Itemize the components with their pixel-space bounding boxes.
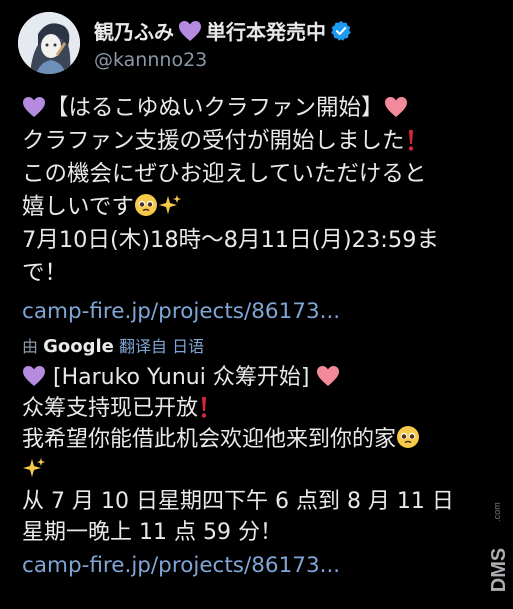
red-exclamation-icon (408, 130, 413, 151)
sparkles-icon (23, 458, 45, 477)
display-name[interactable]: 観乃ふみ (94, 16, 174, 45)
translation-text-line: 众筹支持现已开放 (22, 396, 199, 421)
google-logo: Google (43, 336, 114, 357)
tweet-line-4: 嬉しいです (22, 191, 502, 224)
purple-heart-icon (23, 97, 45, 117)
display-name-suffix: 単行本発売中 (206, 20, 326, 44)
translated-from-label[interactable]: 翻译自 (119, 337, 167, 356)
tweet-line-6: で！ (22, 260, 68, 286)
translation-prefix: 由 (22, 337, 39, 356)
tweet-line-2: クラファン支援の受付が開始しました (22, 125, 502, 158)
tweet-line-5: 7月10日(木)18時〜8月11日(月)23:59ま (22, 227, 439, 253)
watermark-suffix: .com (492, 502, 502, 522)
tweet-body: 【はるこゆぬいクラファン開始】 クラファン支援の受付が開始しました この機会にぜ… (22, 92, 502, 584)
tweet-text-line: クラファン支援の受付が開始しました (22, 128, 405, 154)
tweet-text-line: 嬉しいです (22, 194, 134, 220)
purple-heart-icon (179, 20, 201, 41)
tweet-line-3: この機会にぜひお迎えしていただけると (22, 161, 427, 187)
translation-text-line: 我希望你能借此机会欢迎他来到你的家 (22, 427, 397, 452)
pink-heart-icon (384, 97, 407, 117)
name-row: 観乃ふみ 単行本発売中 (94, 16, 352, 45)
watermark-text: DMS (491, 548, 510, 592)
verified-badge-icon[interactable] (330, 20, 352, 42)
translation-headline: [Haruko Yunui 众筹开始] (53, 365, 310, 390)
pleading-face-icon (397, 426, 420, 448)
tweet-line-1: 【はるこゆぬいクラファン開始】 (22, 92, 502, 125)
translation-line-5: 从 7 月 10 日星期四下午 6 点到 8 月 11 日 (22, 489, 454, 514)
translation-line-3: 我希望你能借此机会欢迎他来到你的家 (22, 424, 502, 455)
translation-line-1: [Haruko Yunui 众筹开始] (22, 362, 502, 393)
translation-bar: 由 Google 翻译自 日语 (22, 332, 502, 362)
sparkles-icon (158, 195, 181, 214)
avatar[interactable] (18, 12, 80, 74)
red-exclamation-icon (201, 397, 207, 418)
site-watermark: .com DMS (491, 502, 510, 592)
translation-link[interactable]: camp-fire.jp/projects/86173... (22, 548, 502, 584)
avatar-image (18, 12, 80, 74)
tweet-headline: 【はるこゆぬいクラファン開始】 (46, 95, 384, 121)
user-handle[interactable]: @kannno23 (94, 49, 207, 71)
translation-line-2: 众筹支持现已开放 (22, 393, 502, 424)
tweet-link[interactable]: camp-fire.jp/projects/86173... (22, 294, 502, 330)
pleading-face-icon (134, 194, 157, 216)
tweet-header: 観乃ふみ 単行本発売中 @kannno23 (18, 12, 498, 76)
source-language[interactable]: 日语 (172, 337, 204, 356)
translation-line-4 (22, 455, 502, 486)
purple-heart-icon (23, 366, 45, 386)
translation-line-6: 星期一晚上 11 点 59 分！ (22, 520, 282, 545)
pink-heart-icon (317, 366, 340, 386)
